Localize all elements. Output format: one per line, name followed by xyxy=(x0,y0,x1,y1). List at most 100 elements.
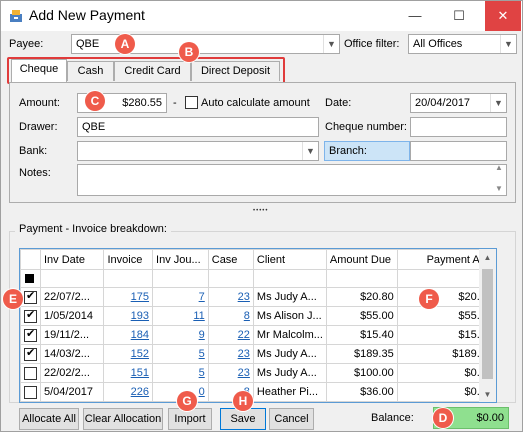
chevron-down-icon[interactable]: ▼ xyxy=(323,35,339,53)
date-picker[interactable]: 20/04/2017 ▼ xyxy=(410,93,507,113)
maximize-button[interactable]: ☐ xyxy=(445,1,473,31)
payee-label: Payee: xyxy=(9,38,44,50)
amount-due-cell: $100.00 xyxy=(325,363,398,383)
scroll-down-icon[interactable]: ▼ xyxy=(479,386,496,403)
branch-input[interactable] xyxy=(410,141,507,161)
row-checkbox[interactable] xyxy=(24,289,37,304)
table-row[interactable]: 19/11/2... 184 9 22 Mr Malcolm... $15.40… xyxy=(20,325,496,345)
header-invoice[interactable]: Invoice xyxy=(103,249,154,270)
header-case[interactable]: Case xyxy=(207,249,254,270)
case-link[interactable]: 23 xyxy=(238,291,250,303)
inv-journal-link[interactable]: 0 xyxy=(199,386,205,398)
case-cell[interactable]: 8 xyxy=(207,306,254,326)
invoice-cell[interactable]: 193 xyxy=(103,306,154,326)
case-link[interactable]: 8 xyxy=(244,310,250,322)
row-checkbox[interactable] xyxy=(24,308,37,323)
table-row[interactable]: 5/04/2017 226 0 8 Heather Pi... $36.00 $… xyxy=(20,382,496,402)
case-cell[interactable]: 23 xyxy=(207,363,254,383)
row-checkbox[interactable] xyxy=(24,327,37,342)
chevron-down-icon[interactable]: ▼ xyxy=(500,35,516,53)
import-button[interactable]: Import xyxy=(168,408,212,430)
inv-journal-cell[interactable]: 7 xyxy=(152,287,209,307)
notes-scroll-up-icon[interactable]: ▲ xyxy=(495,163,503,172)
invoice-link[interactable]: 151 xyxy=(131,367,149,379)
row-checkbox[interactable] xyxy=(24,385,37,399)
case-cell[interactable]: 23 xyxy=(207,344,254,364)
splitter-grip[interactable]: ••••• xyxy=(253,208,269,214)
scroll-up-icon[interactable]: ▲ xyxy=(479,249,496,266)
client-cell: Ms Judy A... xyxy=(252,287,327,307)
notes-scroll-down-icon[interactable]: ▼ xyxy=(495,184,503,193)
date-label: Date: xyxy=(325,97,352,109)
inv-date-cell: 22/07/2... xyxy=(39,287,105,307)
row-checkbox[interactable] xyxy=(24,366,37,380)
branch-label-box: Branch: xyxy=(324,141,410,161)
case-link[interactable]: 23 xyxy=(238,348,250,360)
client-cell: Heather Pi... xyxy=(252,382,327,402)
auto-calculate-label: Auto calculate amount xyxy=(201,97,310,109)
amount-dash: - xyxy=(173,97,177,109)
row-checkbox[interactable] xyxy=(24,346,37,361)
header-amount-due[interactable]: Amount Due xyxy=(325,249,398,270)
clear-allocation-button[interactable]: Clear Allocation xyxy=(83,408,163,430)
case-cell[interactable]: 22 xyxy=(207,325,254,345)
amount-due-cell: $20.80 xyxy=(325,287,398,307)
cancel-button[interactable]: Cancel xyxy=(269,408,314,430)
save-button[interactable]: Save xyxy=(220,408,266,430)
annotation-badge-h: H xyxy=(233,391,253,411)
inv-journal-link[interactable]: 9 xyxy=(199,329,205,341)
header-client[interactable]: Client xyxy=(252,249,327,270)
table-row[interactable]: 22/02/2... 151 5 23 Ms Judy A... $100.00… xyxy=(20,363,496,383)
inv-journal-link[interactable]: 5 xyxy=(199,367,205,379)
title-bar: Add New Payment — ☐ ✕ xyxy=(1,1,522,31)
invoice-cell[interactable]: 184 xyxy=(103,325,154,345)
invoice-cell[interactable]: 226 xyxy=(103,382,154,402)
inv-journal-link[interactable]: 7 xyxy=(199,291,205,303)
invoice-table: Inv Date Invoice Inv Jou... Case Client … xyxy=(20,249,496,402)
invoice-cell[interactable]: 151 xyxy=(103,363,154,383)
allocate-all-button[interactable]: Allocate All xyxy=(19,408,79,430)
case-cell[interactable]: 23 xyxy=(207,287,254,307)
invoice-link[interactable]: 193 xyxy=(131,310,149,322)
invoice-cell[interactable]: 152 xyxy=(103,344,154,364)
inv-journal-cell[interactable]: 5 xyxy=(152,363,209,383)
close-button[interactable]: ✕ xyxy=(485,1,521,31)
inv-journal-link[interactable]: 11 xyxy=(193,310,204,322)
table-row[interactable]: 1/05/2014 193 11 8 Ms Alison J... $55.00… xyxy=(20,306,496,326)
payee-value: QBE xyxy=(76,38,100,50)
date-value: 20/04/2017 xyxy=(415,97,471,109)
payee-combo[interactable]: QBE ▼ xyxy=(71,34,340,54)
cheque-number-input[interactable] xyxy=(410,117,507,137)
scroll-thumb[interactable] xyxy=(482,269,493,379)
invoice-cell[interactable]: 175 xyxy=(103,287,154,307)
office-filter-combo[interactable]: All Offices ▼ xyxy=(408,34,517,54)
inv-journal-link[interactable]: 5 xyxy=(199,348,205,360)
amount-due-cell: $55.00 xyxy=(325,306,398,326)
case-link[interactable]: 22 xyxy=(238,329,250,341)
grid-scrollbar[interactable]: ▲ ▼ xyxy=(479,248,497,403)
chevron-down-icon[interactable]: ▼ xyxy=(490,94,506,112)
table-row[interactable]: 14/03/2... 152 5 23 Ms Judy A... $189.35… xyxy=(20,344,496,364)
select-all-cell[interactable] xyxy=(20,269,41,288)
header-inv-date[interactable]: Inv Date xyxy=(39,249,105,270)
amount-due-cell: $15.40 xyxy=(325,325,398,345)
inv-journal-cell[interactable]: 5 xyxy=(152,344,209,364)
select-all-indicator[interactable] xyxy=(25,274,34,284)
invoice-link[interactable]: 152 xyxy=(131,348,149,360)
invoice-link[interactable]: 226 xyxy=(131,386,149,398)
auto-calculate-checkbox[interactable] xyxy=(185,96,198,109)
annotation-badge-f: F xyxy=(419,289,439,309)
bank-label: Bank: xyxy=(19,145,48,157)
drawer-input[interactable]: QBE xyxy=(77,117,319,137)
invoice-link[interactable]: 184 xyxy=(131,329,149,341)
invoice-link[interactable]: 175 xyxy=(131,291,149,303)
bank-combo[interactable]: ▼ xyxy=(77,141,319,161)
notes-textarea[interactable] xyxy=(77,164,507,196)
invoice-breakdown-title: Payment - Invoice breakdown: xyxy=(15,223,171,235)
chevron-down-icon[interactable]: ▼ xyxy=(302,142,318,160)
minimize-button[interactable]: — xyxy=(401,1,429,31)
case-link[interactable]: 23 xyxy=(238,367,250,379)
inv-journal-cell[interactable]: 9 xyxy=(152,325,209,345)
inv-journal-cell[interactable]: 11 xyxy=(152,306,209,326)
header-inv-journal[interactable]: Inv Jou... xyxy=(152,249,209,270)
